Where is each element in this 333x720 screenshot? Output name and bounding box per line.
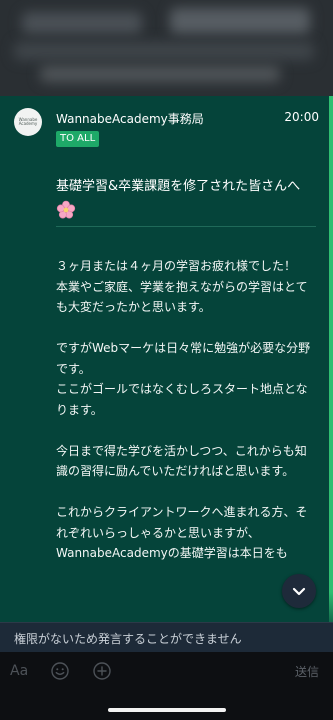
paragraph-text: これからクライアントワークへ進まれる方、それぞれいらっしゃるかと思いますが、Wa… (56, 505, 308, 560)
message-time: 20:00 (284, 110, 319, 124)
paragraph-text: ３ヶ月または４ヶ月の学習お疲れ様でした！ 本業やご家庭、学業を抱えながらの学習は… (56, 259, 308, 314)
permission-notice-bar: 権限がないため発言することができません (0, 622, 333, 653)
home-area (0, 692, 333, 720)
plus-circle-icon[interactable] (92, 661, 112, 681)
message-paragraph: ３ヶ月または４ヶ月の学習お疲れ様でした！ 本業やご家庭、学業を抱えながらの学習は… (56, 256, 318, 318)
chevron-down-icon (292, 587, 306, 596)
blurred-content (22, 12, 142, 34)
message-title: 基礎学習&卒業課題を修了された皆さんへ (56, 176, 316, 220)
to-all-badge: TO ALL (56, 131, 100, 147)
message-paragraph: これからクライアントワークへ進まれる方、それぞれいらっしゃるかと思いますが、Wa… (56, 502, 318, 564)
message-body: ３ヶ月または４ヶ月の学習お疲れ様でした！ 本業やご家庭、学業を抱えながらの学習は… (56, 256, 318, 584)
home-indicator[interactable] (108, 708, 226, 712)
message-input-bar: Aa 送信 (0, 652, 333, 692)
announcement-message: Wannabe Academy WannabeAcademy事務局 20:00 … (0, 96, 333, 622)
blurred-content (40, 66, 280, 82)
unread-accent-bar (329, 96, 333, 622)
text-format-icon[interactable]: Aa (10, 663, 28, 679)
message-title-text: 基礎学習&卒業課題を修了された皆さんへ (56, 179, 301, 194)
blurred-content (14, 42, 314, 60)
sender-avatar[interactable]: Wannabe Academy (14, 108, 42, 136)
permission-notice-text: 権限がないため発言することができません (14, 632, 242, 646)
cherry-blossom-icon (56, 200, 76, 219)
blurred-content (170, 8, 310, 34)
scroll-to-bottom-button[interactable] (282, 574, 316, 608)
sender-name: WannabeAcademy事務局 (56, 112, 204, 126)
send-button[interactable]: 送信 (295, 663, 319, 680)
paragraph-text: 今日まで得た学びを活かしつつ、これからも知識の習得に励んでいただければと思います… (56, 443, 307, 479)
paragraph-text: ですがWebマーケは日々常に勉強が必要な分野です。 ここがゴールではなくむしろス… (56, 341, 311, 417)
title-divider (56, 226, 316, 227)
blurred-header (0, 0, 333, 96)
message-paragraph: ですがWebマーケは日々常に勉強が必要な分野です。 ここがゴールではなくむしろス… (56, 338, 318, 420)
avatar-logo-text: Wannabe Academy (18, 117, 38, 126)
smiley-icon[interactable] (50, 661, 70, 681)
message-paragraph: 今日まで得た学びを活かしつつ、これからも知識の習得に励んでいただければと思います… (56, 441, 318, 482)
